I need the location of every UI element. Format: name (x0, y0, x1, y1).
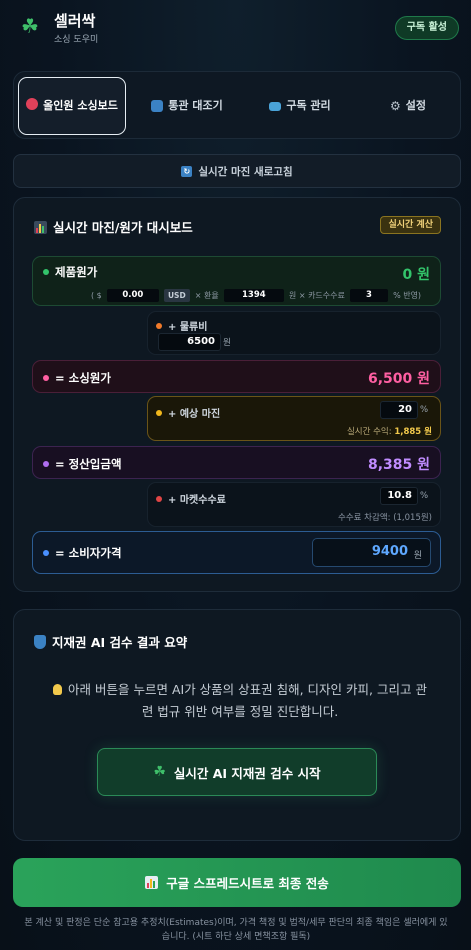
formula-open: ( $ (91, 291, 102, 300)
lightbulb-icon (53, 684, 63, 695)
dashboard-title-text: 실시간 마진/원가 대시보드 (53, 220, 193, 235)
tab-label: 통관 대조기 (168, 99, 223, 112)
shipping-label-text: + 물류비 (168, 322, 208, 333)
shipping-input[interactable]: 6500 (158, 333, 221, 351)
tab-sourcing-board[interactable]: 올인원 소싱보드 (18, 77, 126, 135)
card-icon (269, 101, 282, 111)
ip-review-title: 지재권 AI 검수 결과 요약 (34, 632, 187, 651)
subscription-status-badge[interactable]: 구독 활성 (394, 16, 459, 40)
live-calc-badge: 실시간 계산 (380, 216, 441, 234)
refresh-icon: ↻ (181, 165, 193, 177)
consumer-price-unit: 원 (413, 551, 422, 561)
consumer-price-input[interactable]: 9400 원 (312, 538, 431, 567)
clover-icon: ☘ (153, 764, 166, 780)
margin-label: + 예상 마진 (156, 405, 220, 420)
product-cost-label: 제품원가 (43, 264, 97, 280)
ai-review-button-label: 실시간 AI 지재권 검수 시작 (173, 765, 321, 781)
customs-icon (151, 100, 164, 112)
ip-review-description-text: 아래 버튼을 누르면 AI가 상품의 상표권 침해, 디자인 카피, 그리고 관… (68, 682, 427, 719)
orange-dot-icon (156, 323, 162, 329)
dashboard-title: 실시간 마진/원가 대시보드 (34, 217, 193, 236)
tab-label: 구독 관리 (286, 99, 331, 112)
profit-text: 실시간 수익: 1,885 원 (347, 425, 432, 437)
app-title: 셀러싹 (54, 12, 96, 30)
tab-label: 설정 (405, 99, 426, 112)
tab-subscription[interactable]: 구독 관리 (244, 77, 356, 135)
ip-review-description: 아래 버튼을 누르면 AI가 상품의 상표권 침해, 디자인 카피, 그리고 관… (50, 679, 430, 723)
blue-dot-icon (43, 550, 49, 556)
market-fee-unit: % (420, 491, 429, 501)
red-dot-icon (156, 496, 162, 502)
consumer-price-card: = 소비자가격 9400 원 (32, 531, 441, 574)
cost-formula: ( $ 0.00 USD × 환율 1394 원 × 카드수수료 3 % 반영) (91, 285, 421, 304)
main-nav: 올인원 소싱보드 통관 대조기 구독 관리 ⚙ 설정 (13, 71, 461, 139)
gold-dot-icon (156, 410, 162, 416)
green-dot-icon (43, 269, 49, 275)
fee-deduction-text: 수수료 차감액: (1,015원) (338, 513, 432, 523)
profit-value: 1,885 원 (394, 427, 432, 437)
chart-icon (34, 221, 47, 234)
consumer-price-label-text: = 소비자가격 (55, 546, 122, 560)
target-icon (26, 98, 39, 110)
exchange-rate-input[interactable]: 1394 (223, 289, 284, 302)
formula-close: % 반영) (393, 291, 422, 300)
tab-label: 올인원 소싱보드 (43, 99, 118, 112)
card-fee-input[interactable]: 3 (349, 289, 388, 302)
product-cost-label-text: 제품원가 (55, 265, 98, 279)
market-fee-label-text: + 마켓수수료 (168, 495, 226, 506)
consumer-price-value: 9400 (371, 544, 408, 559)
market-fee-card: + 마켓수수료 10.8 % 수수료 차감액: (1,015원) (147, 482, 441, 527)
ip-review-title-text: 지재권 AI 검수 결과 요약 (52, 635, 188, 650)
refresh-label: 실시간 마진 새로고침 (198, 165, 293, 178)
refresh-margin-button[interactable]: ↻ 실시간 마진 새로고침 (13, 154, 461, 188)
gear-icon: ⚙ (389, 99, 401, 113)
sourcing-cost-label-text: = 소싱원가 (55, 371, 111, 385)
send-to-google-sheets-button[interactable]: 구글 스프레드시트로 최종 전송 (13, 858, 461, 907)
settlement-value: 8,385 원 (367, 457, 430, 473)
tab-customs-checker[interactable]: 통관 대조기 (132, 77, 242, 135)
clover-logo-icon: ☘ (21, 14, 39, 38)
shipping-label: + 물류비 (156, 318, 207, 333)
margin-input[interactable]: 20 (380, 401, 418, 419)
usd-price-input[interactable]: 0.00 (106, 289, 159, 302)
market-fee-label: + 마켓수수료 (156, 491, 226, 506)
formula-card-fee: 원 × 카드수수료 (288, 291, 345, 300)
shipping-unit: 원 (223, 338, 231, 348)
sheet-button-label: 구글 스프레드시트로 최종 전송 (166, 876, 329, 891)
margin-label-text: + 예상 마진 (168, 409, 221, 420)
market-fee-input[interactable]: 10.8 (380, 487, 418, 505)
margin-unit: % (420, 405, 429, 415)
app-subtitle: 소싱 도우미 (54, 35, 99, 45)
formula-times-rate: × 환율 (194, 291, 219, 300)
consumer-price-label: = 소비자가격 (43, 545, 122, 561)
tab-settings[interactable]: ⚙ 설정 (358, 77, 458, 135)
settlement-label: = 정산입금액 (43, 456, 122, 472)
product-cost-value: 0 원 (402, 267, 431, 283)
settlement-card: = 정산입금액 8,385 원 (32, 446, 441, 479)
disclaimer-text: 본 계산 및 판정은 단순 참고용 추정치(Estimates)이며, 가격 책… (24, 918, 448, 942)
shield-icon (34, 635, 46, 649)
shipping-card: + 물류비 6500 원 (147, 311, 441, 355)
sourcing-cost-label: = 소싱원가 (43, 370, 111, 386)
currency-usd-pill: USD (163, 289, 190, 302)
product-cost-card: 제품원가 0 원 ( $ 0.00 USD × 환율 1394 원 × 카드수수… (32, 256, 441, 306)
profit-label: 실시간 수익: (346, 427, 392, 437)
sourcing-cost-card: = 소싱원가 6,500 원 (32, 360, 441, 393)
purple-dot-icon (43, 461, 49, 467)
pink-dot-icon (43, 375, 49, 381)
start-ai-ip-review-button[interactable]: ☘ 실시간 AI 지재권 검수 시작 (97, 748, 377, 796)
sourcing-cost-value: 6,500 원 (367, 371, 430, 387)
settlement-label-text: = 정산입금액 (55, 457, 122, 471)
margin-card: + 예상 마진 20 % 실시간 수익: 1,885 원 (147, 396, 441, 441)
chart-icon (145, 876, 159, 889)
